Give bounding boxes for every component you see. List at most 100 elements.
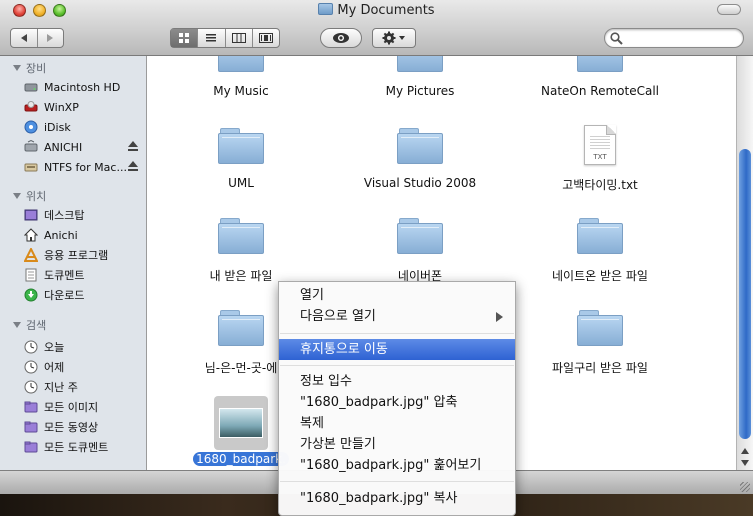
hard-drive-icon — [24, 80, 38, 94]
column-view-button[interactable] — [224, 29, 252, 47]
sidebar-item-ntfs-for-mac[interactable]: NTFS for Mac... — [24, 158, 144, 176]
sidebar-item-label: 도큐멘트 — [44, 269, 85, 282]
smart-folder-icon — [24, 420, 38, 434]
applications-icon — [23, 246, 39, 262]
file-label: 네이트온 받은 파일 — [552, 269, 648, 283]
menu-item-move-to-trash[interactable]: 휴지통으로 이동 — [279, 339, 515, 360]
search-field[interactable] — [604, 28, 744, 48]
file-item-my-pictures[interactable]: My Pictures — [330, 84, 510, 98]
sidebar-item-label: 데스크탑 — [44, 209, 85, 222]
view-mode-control — [170, 28, 280, 48]
file-item-nateon-received[interactable]: 네이트온 받은 파일 — [510, 267, 690, 284]
text-document-icon[interactable]: TXT — [584, 125, 616, 165]
sidebar-section-label: 위치 — [26, 190, 47, 203]
folder-icon[interactable] — [218, 56, 264, 72]
back-arrow-icon — [20, 34, 27, 42]
file-label: Visual Studio 2008 — [363, 176, 477, 190]
folder-icon[interactable] — [577, 218, 623, 254]
quicklook-button[interactable] — [320, 28, 362, 48]
forward-button[interactable] — [36, 29, 64, 47]
folder-icon[interactable] — [218, 218, 264, 254]
sidebar-item-macintosh-hd[interactable]: Macintosh HD — [24, 78, 144, 96]
folder-icon[interactable] — [218, 310, 264, 346]
file-item-my-music[interactable]: My Music — [151, 84, 331, 98]
sidebar-item-all-images[interactable]: 모든 이미지 — [24, 398, 144, 416]
folder-icon[interactable] — [218, 128, 264, 164]
menu-item-label: 가상본 만들기 — [300, 437, 376, 452]
sidebar-item-label: ANICHI — [44, 140, 83, 154]
clock-icon — [24, 340, 38, 354]
sidebar-item-idisk[interactable]: iDisk — [24, 118, 144, 136]
menu-item-duplicate[interactable]: 복제 — [279, 413, 515, 434]
icon-view-button[interactable] — [171, 29, 198, 47]
search-icon — [610, 32, 623, 45]
sidebar-item-label: 응용 프로그램 — [44, 249, 109, 262]
file-item-nateon-remotecall[interactable]: NateOn RemoteCall — [510, 84, 690, 98]
folder-icon — [318, 3, 334, 15]
sidebar-item-label: 오늘 — [44, 341, 65, 354]
menu-item-label: 복제 — [300, 416, 324, 431]
sidebar-item-last-week[interactable]: 지난 주 — [24, 378, 144, 396]
sidebar-item-label: 모든 이미지 — [44, 401, 99, 414]
resize-grip-icon[interactable] — [740, 482, 750, 492]
sidebar: 장비 Macintosh HD WinXP iDisk ANICHI NTFS … — [0, 56, 147, 470]
folder-icon[interactable] — [397, 56, 443, 72]
action-menu-button[interactable] — [372, 28, 416, 48]
file-item-uml[interactable]: UML — [151, 176, 331, 190]
menu-item-label: 열기 — [300, 288, 324, 303]
sidebar-item-applications[interactable]: 응용 프로그램 — [23, 246, 144, 264]
scrollbar-thumb[interactable] — [739, 149, 751, 439]
sidebar-item-label: 어제 — [44, 361, 65, 374]
file-item-visual-studio-2008[interactable]: Visual Studio 2008 — [330, 176, 510, 190]
sidebar-section-places[interactable]: 위치 — [13, 188, 46, 204]
menu-item-label: 다음으로 열기 — [300, 309, 376, 324]
coverflow-view-button[interactable] — [251, 29, 279, 47]
sidebar-item-all-movies[interactable]: 모든 동영상 — [24, 418, 144, 436]
menu-item-make-alias[interactable]: 가상본 만들기 — [279, 434, 515, 455]
sidebar-item-downloads[interactable]: 다운로드 — [24, 286, 144, 304]
folder-icon[interactable] — [577, 56, 623, 72]
sidebar-item-documents[interactable]: 도큐멘트 — [24, 266, 144, 284]
window-title: My Documents — [0, 3, 753, 18]
folder-icon[interactable] — [397, 218, 443, 254]
sidebar-section-label: 장비 — [26, 62, 47, 75]
menu-item-label: "1680_badpark.jpg" 복사 — [300, 491, 458, 506]
scroll-down-arrow-icon[interactable] — [741, 460, 749, 466]
folder-icon[interactable] — [397, 128, 443, 164]
menu-item-get-info[interactable]: 정보 입수 — [279, 371, 515, 392]
menu-item-open-with[interactable]: 다음으로 열기 — [279, 306, 515, 327]
eject-icon[interactable] — [128, 161, 138, 171]
vertical-scrollbar[interactable] — [736, 56, 753, 470]
file-label: 고백타이밍.txt — [562, 178, 638, 192]
list-view-icon — [206, 34, 217, 42]
image-thumbnail[interactable] — [214, 396, 268, 450]
search-input[interactable] — [625, 31, 735, 45]
file-label: 님-은-먼-곳-에 — [204, 361, 278, 375]
sidebar-item-home[interactable]: Anichi — [23, 226, 144, 244]
sidebar-item-yesterday[interactable]: 어제 — [24, 358, 144, 376]
scroll-up-arrow-icon[interactable] — [741, 448, 749, 454]
file-label: My Pictures — [385, 84, 455, 98]
sidebar-section-label: 검색 — [26, 319, 47, 332]
back-button[interactable] — [11, 29, 37, 47]
icon-view-icon — [179, 33, 190, 43]
toolbar-toggle-button[interactable] — [717, 4, 741, 15]
sidebar-item-desktop[interactable]: 데스크탑 — [24, 206, 144, 224]
menu-item-open[interactable]: 열기 — [279, 285, 515, 306]
sidebar-section-devices[interactable]: 장비 — [13, 60, 46, 76]
menu-item-copy[interactable]: "1680_badpark.jpg" 복사 — [279, 488, 515, 509]
file-item-filecuri-received[interactable]: 파일구리 받은 파일 — [510, 359, 690, 376]
folder-icon[interactable] — [577, 310, 623, 346]
file-item-text-file[interactable]: 고백타이밍.txt — [510, 176, 690, 193]
list-view-button[interactable] — [197, 29, 224, 47]
sidebar-item-today[interactable]: 오늘 — [24, 338, 144, 356]
sidebar-item-all-documents[interactable]: 모든 도큐멘트 — [24, 438, 144, 456]
menu-item-compress[interactable]: "1680_badpark.jpg" 압축 — [279, 392, 515, 413]
sidebar-section-search[interactable]: 검색 — [13, 317, 46, 333]
eject-icon[interactable] — [128, 141, 138, 151]
desktop-icon — [24, 208, 38, 222]
sidebar-item-winxp[interactable]: WinXP — [24, 98, 144, 116]
sidebar-item-anichi[interactable]: ANICHI — [24, 138, 144, 156]
menu-item-quick-look[interactable]: "1680_badpark.jpg" 훑어보기 — [279, 455, 515, 476]
disclosure-triangle-icon — [13, 65, 21, 71]
